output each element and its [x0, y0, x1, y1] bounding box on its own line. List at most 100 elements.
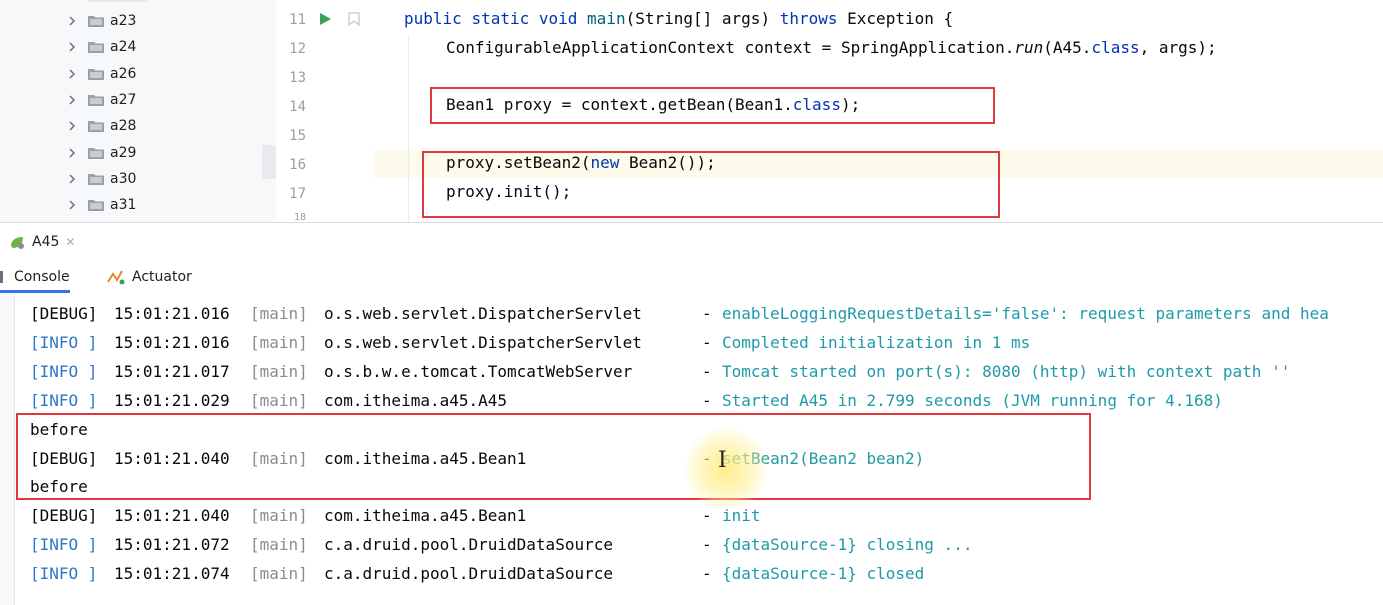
actuator-icon: [107, 270, 125, 285]
tab-console-label: Console: [14, 269, 70, 285]
log-level: [INFO ]: [30, 535, 98, 555]
indent-guide: [408, 36, 409, 222]
chevron-right-icon[interactable]: [66, 199, 78, 211]
tree-item-label: a26: [110, 65, 137, 82]
log-separator: -: [702, 506, 712, 526]
highlight-box-getbean: [430, 87, 995, 124]
code-line-11: public static void main(String[] args) t…: [404, 9, 954, 28]
log-level: [INFO ]: [30, 361, 98, 381]
log-timestamp: 15:01:21.016: [114, 304, 230, 323]
line-number: 15: [289, 128, 306, 144]
highlight-box-setbean: [422, 151, 1000, 218]
chevron-right-icon[interactable]: [66, 94, 78, 106]
tab-actuator[interactable]: Actuator: [106, 263, 192, 291]
tree-item[interactable]: a26: [66, 61, 136, 87]
log-timestamp: 15:01:21.017: [114, 361, 230, 381]
chevron-right-icon[interactable]: [66, 15, 78, 27]
tree-item-partial: [88, 0, 148, 2]
log-separator: -: [702, 390, 712, 410]
log-logger: c.a.druid.pool.DruidDataSource: [324, 564, 613, 584]
tool-window-subtabs: Console Actuator: [0, 263, 1383, 293]
log-thread: [main]: [250, 564, 308, 584]
log-separator: -: [702, 304, 712, 323]
log-message: Tomcat started on port(s): 8080 (http) w…: [722, 361, 1291, 381]
run-icon[interactable]: [318, 12, 332, 26]
folder-icon: [88, 42, 104, 54]
log-separator: -: [702, 332, 712, 352]
log-separator: -: [702, 564, 712, 584]
line-number: 17: [289, 186, 306, 202]
log-level: [DEBUG]: [30, 506, 98, 526]
log-timestamp: 15:01:21.040: [114, 506, 230, 526]
log-timestamp: 15:01:21.072: [114, 535, 230, 555]
log-thread: [main]: [250, 304, 308, 323]
line-number: 12: [289, 41, 306, 57]
tree-item[interactable]: a27: [66, 87, 136, 113]
tree-item-label: a27: [110, 91, 137, 108]
run-tab-label: A45: [32, 234, 60, 250]
log-message: enableLoggingRequestDetails='false': req…: [722, 304, 1329, 323]
log-timestamp: 15:01:21.016: [114, 332, 230, 352]
log-message: {dataSource-1} closing ...: [722, 535, 973, 555]
console-icon: [0, 271, 3, 283]
folder-icon: [88, 16, 104, 27]
log-logger: o.s.web.servlet.DispatcherServlet: [324, 304, 642, 323]
log-message: {dataSource-1} closed: [722, 564, 925, 584]
tree-item-label: a30: [110, 170, 137, 187]
chevron-right-icon[interactable]: [66, 173, 78, 185]
log-thread: [main]: [250, 361, 308, 381]
chevron-right-icon[interactable]: [66, 68, 78, 80]
log-message: Started A45 in 2.799 seconds (JVM runnin…: [722, 390, 1223, 410]
tree-item[interactable]: a28: [66, 113, 136, 139]
folder-icon: [88, 147, 104, 159]
log-level: [INFO ]: [30, 564, 98, 584]
log-logger: o.s.b.w.e.tomcat.TomcatWebServer: [324, 361, 633, 381]
line-number: 13: [289, 70, 306, 86]
folder-icon: [88, 200, 104, 212]
log-level: [INFO ]: [30, 390, 98, 410]
highlight-box-console: [16, 413, 1091, 500]
log-timestamp: 15:01:21.029: [114, 390, 230, 410]
code-line-12: ConfigurableApplicationContext context =…: [446, 38, 1217, 57]
tree-item[interactable]: a30: [66, 166, 136, 192]
chevron-right-icon[interactable]: [66, 120, 78, 132]
spring-boot-icon: [11, 237, 24, 249]
log-logger: com.itheima.a45.A45: [324, 390, 508, 410]
folder-icon: [88, 121, 104, 133]
run-tab-a45[interactable]: A45 ✕: [8, 232, 75, 252]
chevron-right-icon[interactable]: [66, 147, 78, 159]
tree-item-label: a29: [110, 144, 137, 161]
chevron-right-icon[interactable]: [66, 41, 78, 53]
folder-icon: [88, 173, 104, 185]
tree-item[interactable]: a24: [66, 34, 136, 60]
console-side-toolbar: [0, 294, 15, 605]
console-output[interactable]: [DEBUG] 15:01:21.016 [main] o.s.web.servlet…: [0, 294, 1383, 605]
log-level: [INFO ]: [30, 332, 98, 352]
log-logger: com.itheima.a45.Bean1: [324, 506, 527, 526]
tree-item-label: a28: [110, 118, 137, 135]
project-tree: a23 a24 a26 a27 a28 a29 a30 a31: [0, 0, 276, 222]
log-timestamp: 15:01:21.074: [114, 564, 230, 584]
line-number: 11: [289, 12, 306, 28]
bookmark-icon[interactable]: [348, 12, 360, 26]
log-thread: [main]: [250, 390, 308, 410]
close-icon[interactable]: ✕: [65, 235, 75, 249]
tree-item[interactable]: a31: [66, 192, 136, 218]
folder-icon: [88, 68, 104, 80]
log-thread: [main]: [250, 535, 308, 555]
log-thread: [main]: [250, 506, 308, 526]
run-tool-window-header: A45 ✕ Console Actuator: [0, 222, 1383, 293]
log-logger: o.s.web.servlet.DispatcherServlet: [324, 332, 642, 352]
log-level: [DEBUG]: [30, 304, 98, 323]
tab-actuator-label: Actuator: [132, 269, 192, 285]
line-number: 16: [289, 157, 306, 173]
line-number: 14: [289, 99, 306, 115]
tab-console[interactable]: Console: [0, 263, 70, 293]
log-thread: [main]: [250, 332, 308, 352]
folder-icon: [88, 94, 104, 106]
tree-item[interactable]: a23: [66, 8, 136, 34]
tree-item[interactable]: a29: [66, 140, 136, 166]
log-separator: -: [702, 361, 712, 381]
tree-item-label: a31: [110, 197, 137, 214]
code-editor[interactable]: 11 12 13 14 15 16 17 18 public static void main…: [276, 0, 1383, 222]
